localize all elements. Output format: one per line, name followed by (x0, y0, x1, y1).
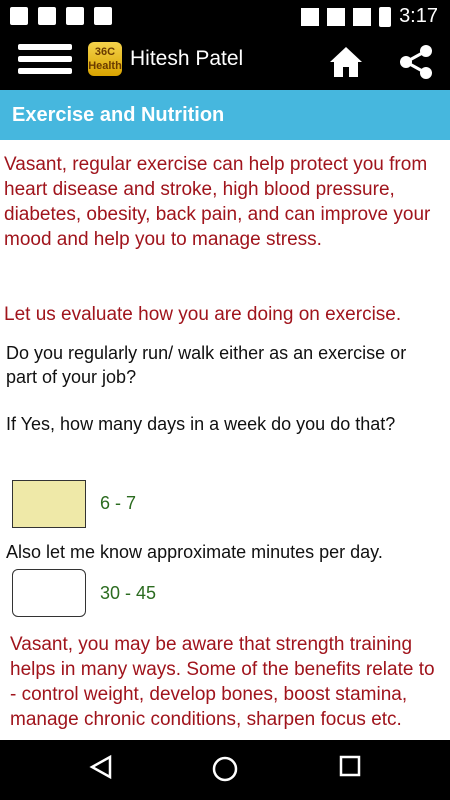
status-time: 3:17 (399, 5, 438, 27)
question-run-walk: Do you regularly run/ walk either as an … (6, 343, 407, 387)
user-name-title: Hitesh Patel (130, 47, 244, 70)
status-bar: 3:17 (0, 0, 450, 34)
navigation-bar (0, 740, 450, 800)
minutes-answer-value: 30 - 45 (100, 583, 157, 603)
question-days-per-week: If Yes, how many days in a week do you d… (6, 414, 396, 434)
battery-icon (379, 6, 392, 27)
home-circle-icon[interactable] (210, 754, 240, 784)
recent-apps-icon[interactable] (338, 754, 362, 778)
logo-text-top: 36C (94, 46, 116, 58)
evaluate-message: Let us evaluate how you are doing on exe… (4, 304, 402, 325)
minutes-answer-box[interactable] (12, 569, 86, 617)
notification-icon (10, 7, 28, 25)
section-header: Exercise and Nutrition (0, 90, 450, 140)
question-minutes: Also let me know approximate minutes per… (6, 542, 383, 562)
signal-icon (353, 7, 372, 26)
mail-icon (66, 7, 84, 25)
app-bar: 36C Health Hitesh Patel (0, 34, 450, 90)
days-answer-box[interactable] (12, 480, 86, 528)
vibrate-icon (301, 7, 320, 26)
section-title: Exercise and Nutrition (12, 104, 225, 126)
strength-message: Vasant, you may be aware that strength t… (10, 634, 435, 730)
intro-message: Vasant, regular exercise can help protec… (4, 154, 431, 250)
facebook-icon (38, 7, 56, 25)
back-icon[interactable] (88, 754, 114, 780)
days-answer-value: 6 - 7 (100, 493, 137, 513)
menu-icon[interactable] (18, 44, 72, 80)
logo-text-bottom: Health (88, 60, 122, 72)
app-logo: 36C Health (88, 42, 122, 76)
share-icon[interactable] (396, 42, 436, 82)
home-icon[interactable] (326, 42, 366, 82)
chat-content[interactable]: Vasant, regular exercise can help protec… (0, 146, 450, 740)
wifi-icon (327, 7, 346, 26)
android-icon (94, 7, 112, 25)
